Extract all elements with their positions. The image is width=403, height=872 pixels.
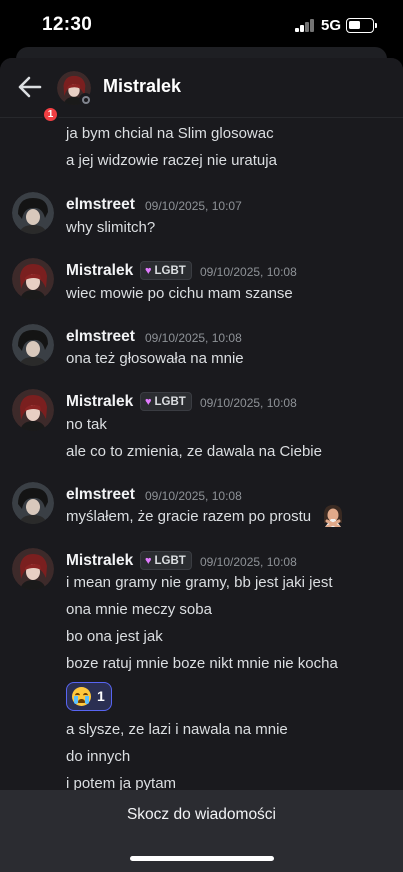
message-line: ona też głosowała na mnie <box>66 350 244 367</box>
message-line: boze ratuj mnie boze nikt mnie nie kocha <box>66 655 338 672</box>
reaction-count: 1 <box>97 688 105 704</box>
message-line: do innych <box>66 748 131 765</box>
avatar-elmstreet[interactable] <box>12 324 54 366</box>
role-tag[interactable]: ♥ LGBT <box>140 392 192 411</box>
reaction-button[interactable]: 1 <box>66 682 112 711</box>
message-timestamp: 09/10/2025, 10:08 <box>145 489 242 503</box>
message-timestamp: 09/10/2025, 10:08 <box>200 396 297 410</box>
chat-header: 1 Mistralek <box>0 58 403 123</box>
avatar-elmstreet[interactable] <box>12 482 54 524</box>
network-type: 5G <box>321 17 342 34</box>
woman-gesturing-no-emoji <box>324 505 342 527</box>
message-author[interactable]: Mistralek <box>66 393 133 411</box>
role-tag-label: LGBT <box>154 264 186 277</box>
thread-sheet: 1 Mistralek ja bym chcial na Slim glosow… <box>0 58 403 872</box>
avatar-elmstreet[interactable] <box>12 192 54 234</box>
message-timestamp: 09/10/2025, 10:07 <box>145 199 242 213</box>
battery-icon <box>346 18 374 33</box>
offline-status-icon <box>79 93 92 106</box>
message-line: a slysze, ze lazi i nawala na mnie <box>66 721 288 738</box>
message-line: i mean gramy nie gramy, bb jest jaki jes… <box>66 574 333 591</box>
heart-icon: ♥ <box>145 264 152 277</box>
heart-icon: ♥ <box>145 554 152 567</box>
jump-to-message-button[interactable]: Skocz do wiadomości <box>0 806 403 824</box>
home-indicator[interactable] <box>130 856 274 861</box>
unread-badge: 1 <box>42 106 59 123</box>
channel-title: Mistralek <box>103 76 182 96</box>
avatar-mistralek[interactable] <box>12 548 54 590</box>
message-line: a jej widzowie raczej nie uratuja <box>66 152 277 169</box>
message-timestamp: 09/10/2025, 10:08 <box>200 555 297 569</box>
message-author[interactable]: Mistralek <box>66 262 133 280</box>
message-author[interactable]: elmstreet <box>66 196 135 214</box>
battery-tip <box>375 23 377 28</box>
heart-icon: ♥ <box>145 395 152 408</box>
message-author[interactable]: elmstreet <box>66 486 135 504</box>
role-tag-label: LGBT <box>154 554 186 567</box>
status-time: 12:30 <box>42 14 93 35</box>
avatar-mistralek[interactable] <box>12 258 54 300</box>
message-line: wiec mowie po cichu mam szanse <box>66 285 293 302</box>
message-timestamp: 09/10/2025, 10:08 <box>200 265 297 279</box>
role-tag[interactable]: ♥ LGBT <box>140 261 192 280</box>
loudly-crying-face-emoji <box>72 687 91 706</box>
message-line: why slimitch? <box>66 219 156 236</box>
message-author[interactable]: Mistralek <box>66 552 133 570</box>
role-tag-label: LGBT <box>154 395 186 408</box>
message-timestamp: 09/10/2025, 10:08 <box>145 331 242 345</box>
message-line: bo ona jest jak <box>66 628 163 645</box>
avatar-mistralek[interactable] <box>12 389 54 431</box>
cellular-signal-icon <box>295 19 315 32</box>
message-author[interactable]: elmstreet <box>66 328 135 346</box>
status-bar: 12:30 5G <box>0 0 403 52</box>
message-line: ale co to zmienia, ze dawala na Ciebie <box>66 443 322 460</box>
back-button[interactable]: 1 <box>14 72 59 123</box>
message-line: no tak <box>66 416 107 433</box>
message-line: ona mnie meczy soba <box>66 601 212 618</box>
arrow-left-icon <box>18 76 42 98</box>
role-tag[interactable]: ♥ LGBT <box>140 551 192 570</box>
message-line: ja bym chcial na Slim glosowac <box>66 125 274 142</box>
message-line: myślałem, że gracie razem po prostu <box>66 508 312 525</box>
